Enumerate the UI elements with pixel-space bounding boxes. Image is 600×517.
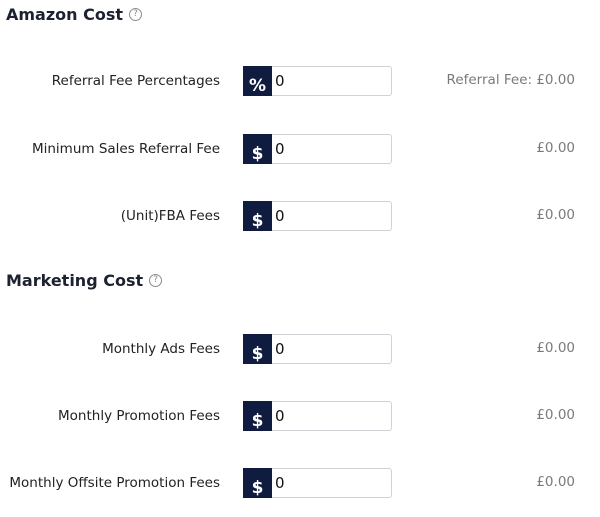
help-icon[interactable]: ? — [129, 8, 143, 21]
help-icon[interactable]: ? — [149, 274, 163, 287]
referral-fee-percentages-input[interactable] — [272, 66, 392, 96]
monthly-ads-fees-label: Monthly Ads Fees — [102, 341, 220, 357]
dollar-prefix: $ — [243, 468, 272, 498]
dollar-prefix: $ — [243, 201, 272, 231]
monthly-promotion-fees-result: £0.00 — [536, 407, 575, 423]
unit-fba-fees-result: £0.00 — [536, 207, 575, 223]
monthly-promotion-fees-label: Monthly Promotion Fees — [58, 408, 220, 424]
section-title-text: Amazon Cost — [6, 5, 124, 24]
referral-fee-percentages-label: Referral Fee Percentages — [51, 73, 220, 89]
unit-fba-fees-input[interactable] — [272, 201, 392, 231]
section-title-amazon-cost: Amazon Cost ? — [6, 5, 143, 24]
monthly-ads-fees-result: £0.00 — [536, 340, 575, 356]
section-title-text: Marketing Cost — [6, 271, 144, 290]
row-monthly-offsite-promotion-fees: Monthly Offsite Promotion Fees $ £0.00 — [0, 468, 600, 498]
monthly-offsite-promotion-fees-input[interactable] — [272, 468, 392, 498]
section-title-marketing-cost: Marketing Cost ? — [6, 271, 163, 290]
row-monthly-ads-fees: Monthly Ads Fees $ £0.00 — [0, 334, 600, 364]
minimum-sales-referral-fee-label: Minimum Sales Referral Fee — [31, 141, 220, 157]
monthly-offsite-promotion-fees-result: £0.00 — [536, 474, 575, 490]
row-minimum-sales-referral-fee: Minimum Sales Referral Fee $ £0.00 — [0, 134, 600, 164]
minimum-sales-referral-fee-result: £0.00 — [536, 140, 575, 156]
monthly-offsite-promotion-fees-label: Monthly Offsite Promotion Fees — [9, 475, 220, 491]
dollar-prefix: $ — [243, 134, 272, 164]
row-referral-fee-percentages: Referral Fee Percentages % Referral Fee:… — [0, 66, 600, 96]
percent-prefix: % — [243, 66, 272, 96]
row-monthly-promotion-fees: Monthly Promotion Fees $ £0.00 — [0, 401, 600, 431]
monthly-ads-fees-input[interactable] — [272, 334, 392, 364]
row-unit-fba-fees: (Unit)FBA Fees $ £0.00 — [0, 201, 600, 231]
referral-fee-result: Referral Fee: £0.00 — [446, 72, 575, 88]
unit-fba-fees-label: (Unit)FBA Fees — [120, 208, 220, 224]
dollar-prefix: $ — [243, 334, 272, 364]
minimum-sales-referral-fee-input[interactable] — [272, 134, 392, 164]
monthly-promotion-fees-input[interactable] — [272, 401, 392, 431]
dollar-prefix: $ — [243, 401, 272, 431]
